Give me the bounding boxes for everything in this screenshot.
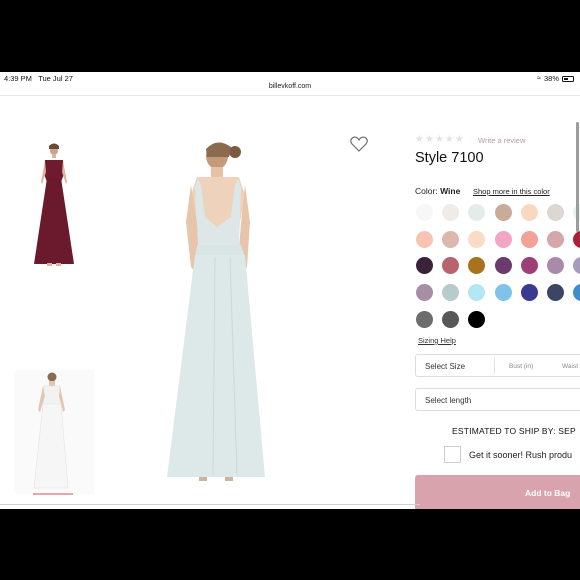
color-swatch[interactable] — [442, 204, 459, 221]
color-swatch[interactable] — [521, 284, 538, 301]
color-swatch[interactable] — [495, 204, 512, 221]
main-product-image — [167, 142, 265, 481]
toolbar-divider — [0, 95, 580, 96]
color-swatch[interactable] — [416, 204, 433, 221]
color-swatch[interactable] — [573, 284, 580, 301]
add-to-bag-label: Add to Bag — [525, 488, 571, 498]
color-swatch[interactable] — [495, 231, 512, 248]
length-select[interactable]: Select length — [415, 388, 580, 411]
color-swatch[interactable] — [442, 231, 459, 248]
status-time: 4:39 PM Tue Jul 27 — [4, 74, 73, 83]
shop-more-link[interactable]: Shop more in this color — [473, 187, 550, 196]
color-swatch[interactable] — [442, 311, 459, 328]
star-icon: ★ — [434, 134, 444, 145]
star-icon: ★ — [424, 134, 434, 145]
thumbnail-indicator — [33, 493, 73, 495]
thumbnail-wine-dress[interactable] — [14, 142, 94, 272]
wifi-icon: ≈ — [537, 75, 541, 82]
color-swatch[interactable] — [495, 284, 512, 301]
estimated-ship-text: ESTIMATED TO SHIP BY: SEP — [452, 426, 576, 436]
color-swatch[interactable] — [547, 204, 564, 221]
color-swatch[interactable] — [547, 231, 564, 248]
color-swatch[interactable] — [416, 284, 433, 301]
color-swatch[interactable] — [573, 257, 580, 274]
color-swatch[interactable] — [468, 311, 485, 328]
color-swatch[interactable] — [416, 311, 433, 328]
bottom-divider — [0, 504, 420, 505]
thumbnail-white-dress[interactable] — [14, 370, 94, 494]
size-select-divider — [494, 358, 495, 374]
star-icon: ★ — [444, 134, 454, 145]
color-swatch[interactable] — [495, 257, 512, 274]
write-review-link[interactable]: Write a review — [478, 136, 525, 145]
waist-column-label: Waist — [562, 363, 579, 370]
color-swatch[interactable] — [468, 284, 485, 301]
color-swatch[interactable] — [468, 257, 485, 274]
color-swatch[interactable] — [416, 257, 433, 274]
star-icon: ★ — [415, 134, 424, 145]
rush-production-checkbox[interactable] — [444, 446, 461, 463]
color-swatch[interactable] — [547, 257, 564, 274]
color-swatch[interactable] — [573, 231, 580, 248]
product-title: Style 7100 — [415, 150, 484, 166]
url-bar[interactable]: billevkoff.com — [0, 83, 580, 90]
color-swatch[interactable] — [521, 231, 538, 248]
color-swatch[interactable] — [547, 284, 564, 301]
rush-production-label: Get it sooner! Rush produ — [469, 450, 573, 460]
color-swatch[interactable] — [442, 257, 459, 274]
color-swatch[interactable] — [521, 204, 538, 221]
star-icon: ★ — [454, 134, 464, 145]
rating-stars: ★ ★ ★ ★ ★ — [415, 135, 464, 145]
color-swatch[interactable] — [468, 204, 485, 221]
add-to-bag-button[interactable]: Add to Bag — [415, 475, 580, 509]
color-swatch[interactable] — [468, 231, 485, 248]
status-right: ≈ 38% — [537, 74, 574, 83]
length-select-label: Select length — [425, 396, 472, 405]
color-swatch[interactable] — [416, 231, 433, 248]
heart-icon[interactable] — [350, 136, 368, 152]
color-swatch[interactable] — [521, 257, 538, 274]
size-select-label: Select Size — [425, 362, 466, 371]
size-select[interactable]: Select Size Bust (in) Waist — [415, 354, 580, 377]
selected-color-name: Wine — [440, 186, 461, 196]
color-swatch[interactable] — [442, 284, 459, 301]
bust-column-label: Bust (in) — [509, 363, 534, 370]
battery-percent: 38% — [543, 74, 559, 83]
color-label: Color: Wine — [415, 186, 461, 196]
battery-icon — [562, 75, 574, 82]
sizing-help-link[interactable]: Sizing Help — [418, 336, 456, 345]
scrollbar[interactable] — [576, 122, 579, 232]
browser-screen: 4:39 PM Tue Jul 27 ≈ 38% billevkoff.com — [0, 72, 580, 509]
